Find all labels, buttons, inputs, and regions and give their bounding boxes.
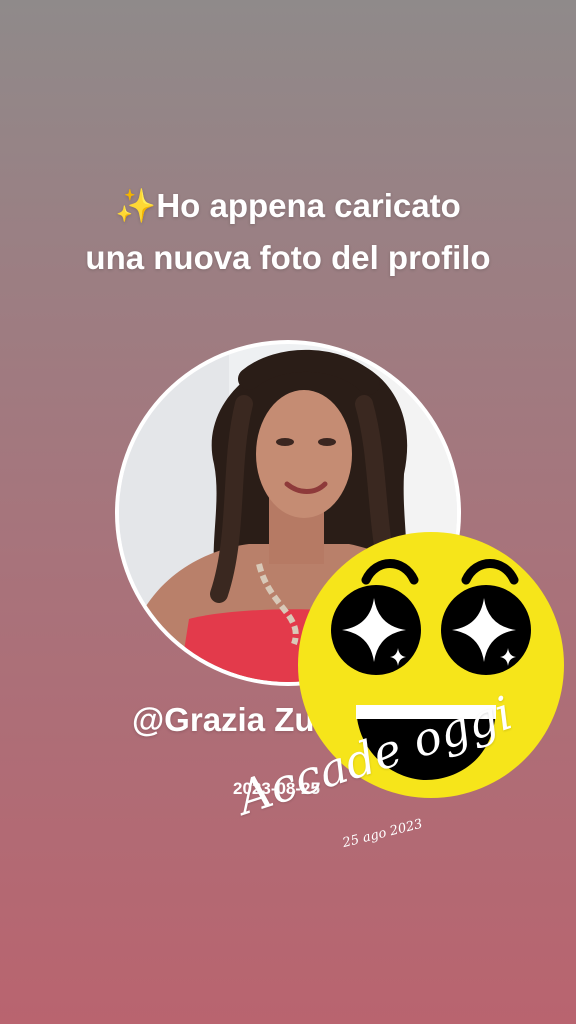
sticker-date: 25 ago 2023 [341, 816, 425, 852]
headline-line-2: una nuova foto del profilo [85, 239, 491, 276]
headline: ✨Ho appena caricato una nuova foto del p… [0, 180, 576, 284]
headline-line-1: ✨Ho appena caricato [115, 187, 461, 224]
